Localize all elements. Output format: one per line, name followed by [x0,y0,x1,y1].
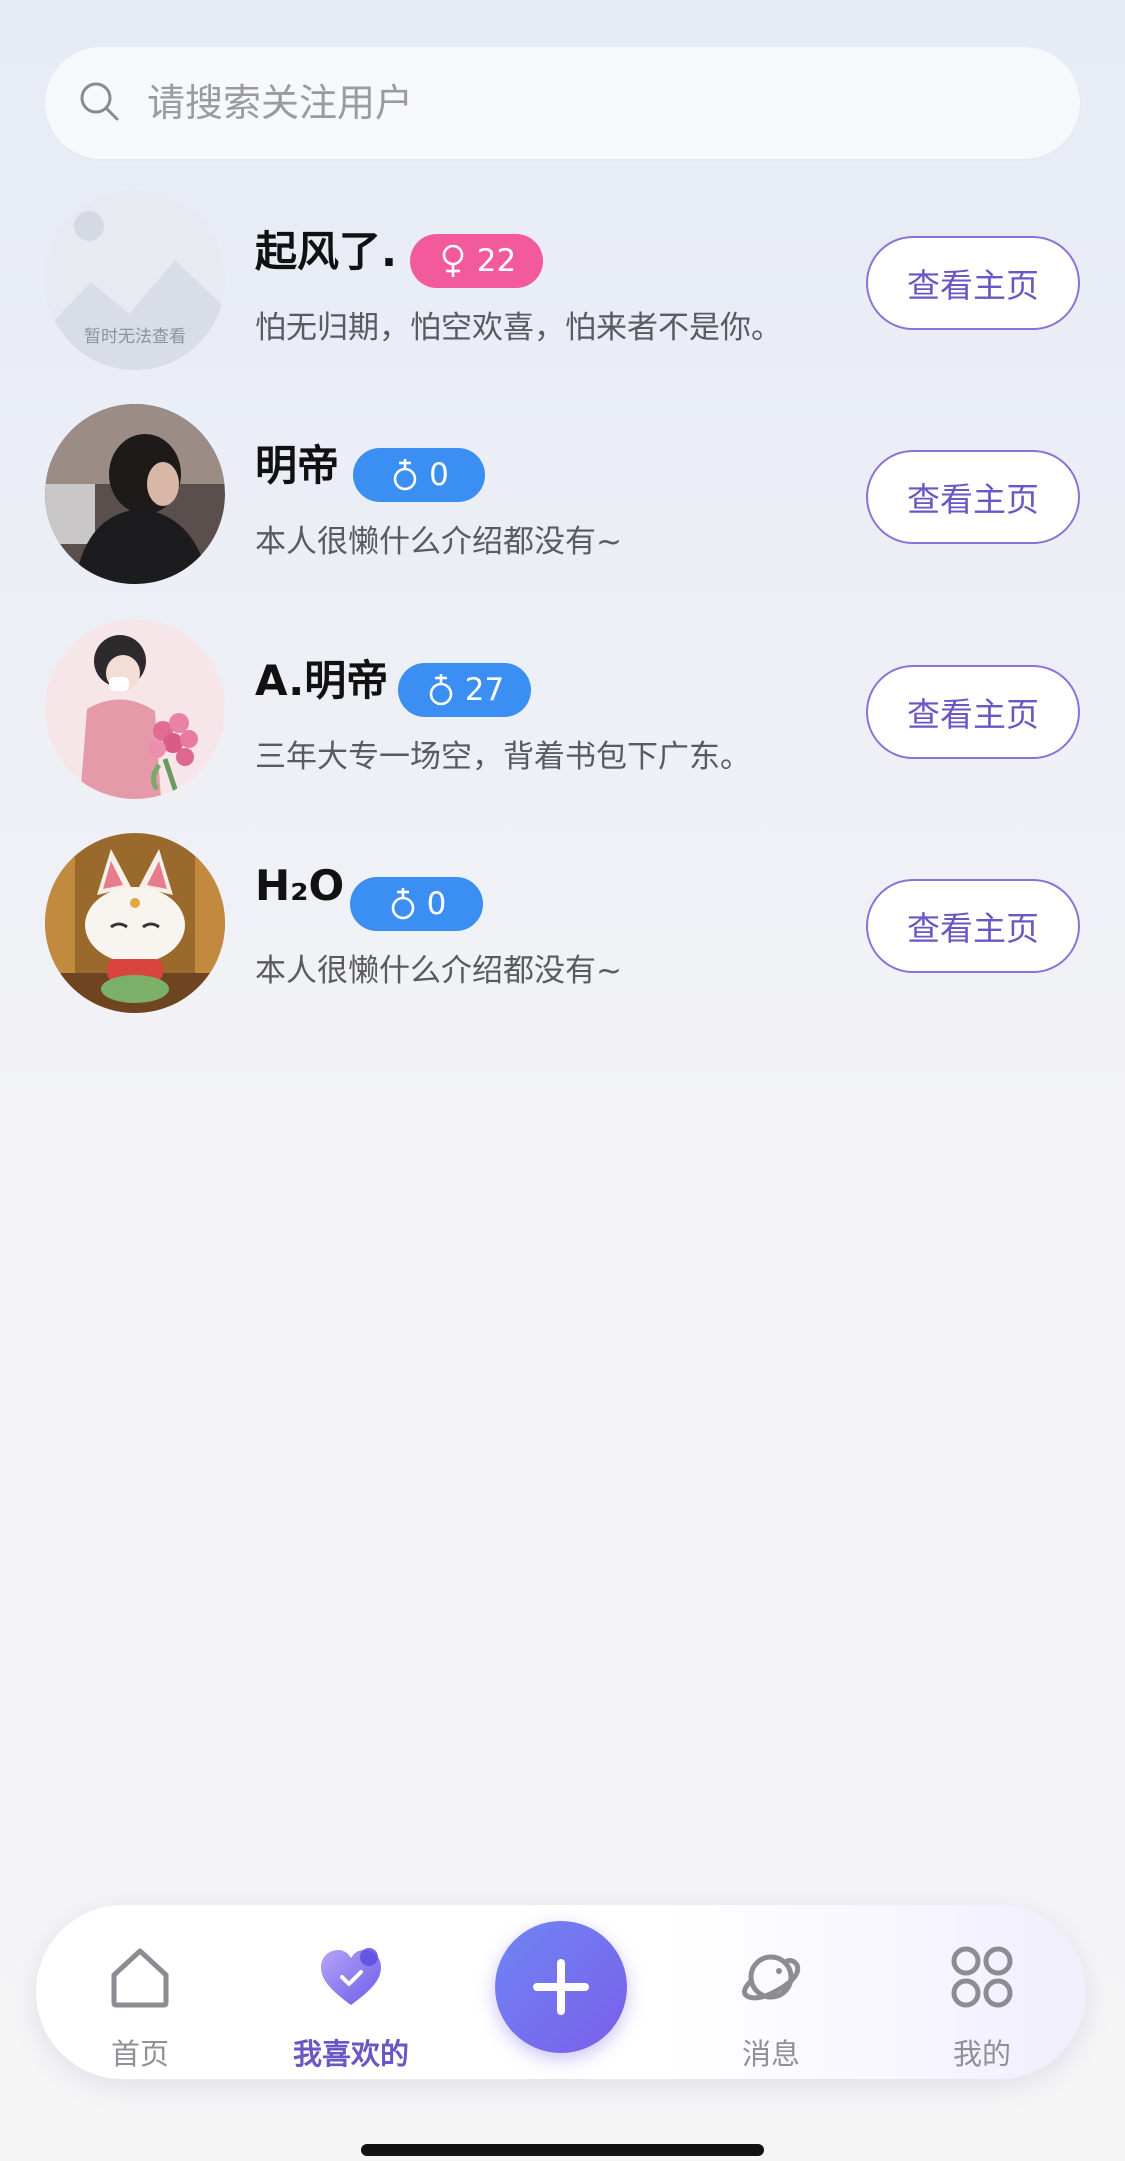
svg-text:暂时无法查看: 暂时无法查看 [84,327,186,347]
tab-label: 消息 [741,2037,800,2071]
user-bio: 怕无归期，怕空欢喜，怕来者不是你。 [255,310,782,346]
gender-age-badge: 0 [353,448,485,502]
avatar-photo [45,833,225,1013]
avatar[interactable] [45,833,225,1013]
avatar[interactable]: 暂时无法查看 [45,190,225,370]
age-value: 27 [464,672,505,708]
bottom-tab-bar: 首页 我喜欢的 消息 我的 [36,1905,1086,2079]
tab-label: 首页 [110,2037,169,2071]
user-name: A.明帝 [255,656,389,705]
user-bio: 本人很懒什么介绍都没有~ [255,524,622,560]
tab-favorites[interactable]: 我喜欢的 [271,1905,431,2079]
age-value: 22 [476,243,517,279]
image-placeholder-icon: 暂时无法查看 [45,190,225,370]
planet-icon [742,1954,801,2001]
search-icon [77,79,121,127]
home-indicator [361,2144,764,2156]
search-bar[interactable] [45,47,1080,159]
user-row[interactable]: 明帝 0 本人很懒什么介绍都没有~ 查看主页 [0,404,1125,594]
user-name: 起风了. [255,227,397,276]
tab-home[interactable]: 首页 [60,1905,220,2079]
view-profile-button[interactable]: 查看主页 [866,665,1080,759]
search-input[interactable] [147,81,1027,125]
tab-messages[interactable]: 消息 [691,1905,851,2079]
user-row[interactable]: A.明帝 27 三年大专一场空，背着书包下广东。 查看主页 [0,619,1125,809]
home-icon [111,1948,169,2008]
user-bio: 本人很懒什么介绍都没有~ [255,953,622,989]
gender-age-badge: 22 [410,234,543,288]
tab-profile[interactable]: 我的 [902,1905,1062,2079]
view-profile-button[interactable]: 查看主页 [866,450,1080,544]
plus-icon [533,1959,589,2015]
grid-icon [951,1946,1013,2008]
user-row[interactable]: H₂O 0 本人很懒什么介绍都没有~ 查看主页 [0,833,1125,1023]
user-row[interactable]: 暂时无法查看 起风了. 22 怕无归期，怕空欢喜，怕来者不是你。 查看主页 [0,190,1125,380]
avatar-illustration [45,619,225,799]
age-value: 0 [429,457,449,493]
heart-icon [321,1948,381,2005]
user-name: H₂O [255,861,345,910]
user-name: 明帝 [255,441,340,490]
view-profile-button[interactable]: 查看主页 [866,236,1080,330]
avatar-photo [45,404,225,584]
avatar[interactable] [45,404,225,584]
avatar[interactable] [45,619,225,799]
gender-age-badge: 0 [350,877,483,931]
female-icon [442,244,464,277]
tab-label: 我喜欢的 [292,2037,409,2071]
age-value: 0 [426,886,447,922]
male-icon [393,459,417,491]
view-profile-button[interactable]: 查看主页 [866,879,1080,973]
male-icon [429,674,453,706]
gender-age-badge: 27 [398,663,531,717]
create-post-button[interactable] [495,1921,627,2053]
tab-label: 我的 [952,2037,1011,2071]
user-bio: 三年大专一场空，背着书包下广东。 [255,739,751,775]
male-icon [391,888,414,920]
